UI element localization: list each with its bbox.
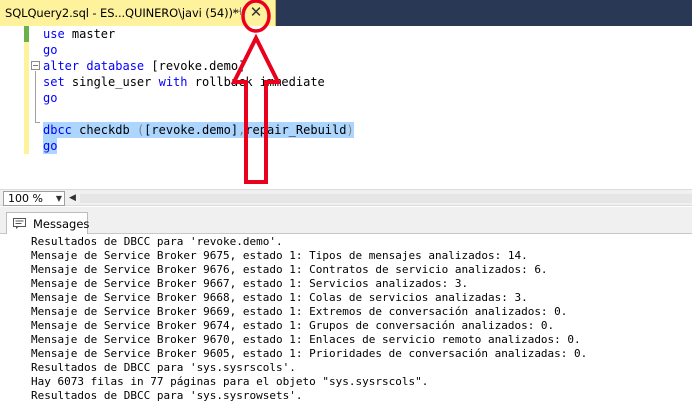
collapse-region-icon[interactable]: − [31,61,40,70]
code-line-4: set single_user with rollback immediate [43,75,325,89]
document-tab-strip: SQLQuery2.sql - ES...QUINERO\javi (54))*… [0,0,692,26]
saved-change-margin [24,26,29,42]
messages-pane[interactable]: Resultados de DBCC para 'revoke.demo'. M… [0,235,692,414]
messages-icon [13,218,26,229]
code-line-5: go [43,91,58,105]
change-tracking-margin [24,26,29,154]
message-line: Mensaje de Service Broker 9675, estado 1… [31,249,528,262]
code-line-7-selected: dbcc checkdb ([revoke.demo],repair_Rebui… [43,122,354,138]
zoom-value: 100 % [8,192,43,205]
message-line: Mensaje de Service Broker 9670, estado 1… [31,333,581,346]
tab-messages-label: Messages [33,217,90,231]
fold-guide [35,71,36,123]
chevron-down-icon: ▼ [55,194,62,203]
tab-title: SQLQuery2.sql - ES...QUINERO\javi (54))* [5,6,239,20]
message-line: Mensaje de Service Broker 9669, estado 1… [31,305,568,318]
code-line-3: alter database [revoke.demo] [43,59,246,73]
scroll-left-icon[interactable]: ◀ [69,193,76,203]
close-tab-button[interactable]: ✕ [248,4,264,21]
code-line-1: use master [43,27,116,41]
tab-sqlquery2[interactable]: SQLQuery2.sql - ES...QUINERO\javi (54))*… [0,0,276,26]
message-line: Mensaje de Service Broker 9674, estado 1… [31,319,555,332]
code-line-8-selected: go [43,138,58,154]
results-tab-strip: Messages [0,207,692,234]
editor-status-bar: 100 % ▼ ◀ [0,189,692,206]
horizontal-scrollbar[interactable] [80,194,692,203]
message-line: Resultados de DBCC para 'sys.sysrscols'. [31,361,296,374]
message-line: Mensaje de Service Broker 9605, estado 1… [31,347,588,360]
message-line: Resultados de DBCC para 'revoke.demo'. [31,235,283,248]
message-line: Hay 6073 filas in 77 páginas para el obj… [31,375,429,388]
fold-guide-end [35,122,40,123]
message-line: Resultados de DBCC para 'sys.sysrowsets'… [31,389,303,402]
query-editor[interactable]: − use master go alter database [revoke.d… [0,26,692,188]
code-line-2: go [43,43,58,57]
pin-icon[interactable]: ⊣ [231,5,243,19]
message-line: Mensaje de Service Broker 9667, estado 1… [31,277,469,290]
message-line: Mensaje de Service Broker 9668, estado 1… [31,291,528,304]
tab-messages[interactable]: Messages [6,212,90,234]
message-line: Mensaje de Service Broker 9676, estado 1… [31,263,548,276]
zoom-select[interactable]: 100 % ▼ [3,191,65,206]
